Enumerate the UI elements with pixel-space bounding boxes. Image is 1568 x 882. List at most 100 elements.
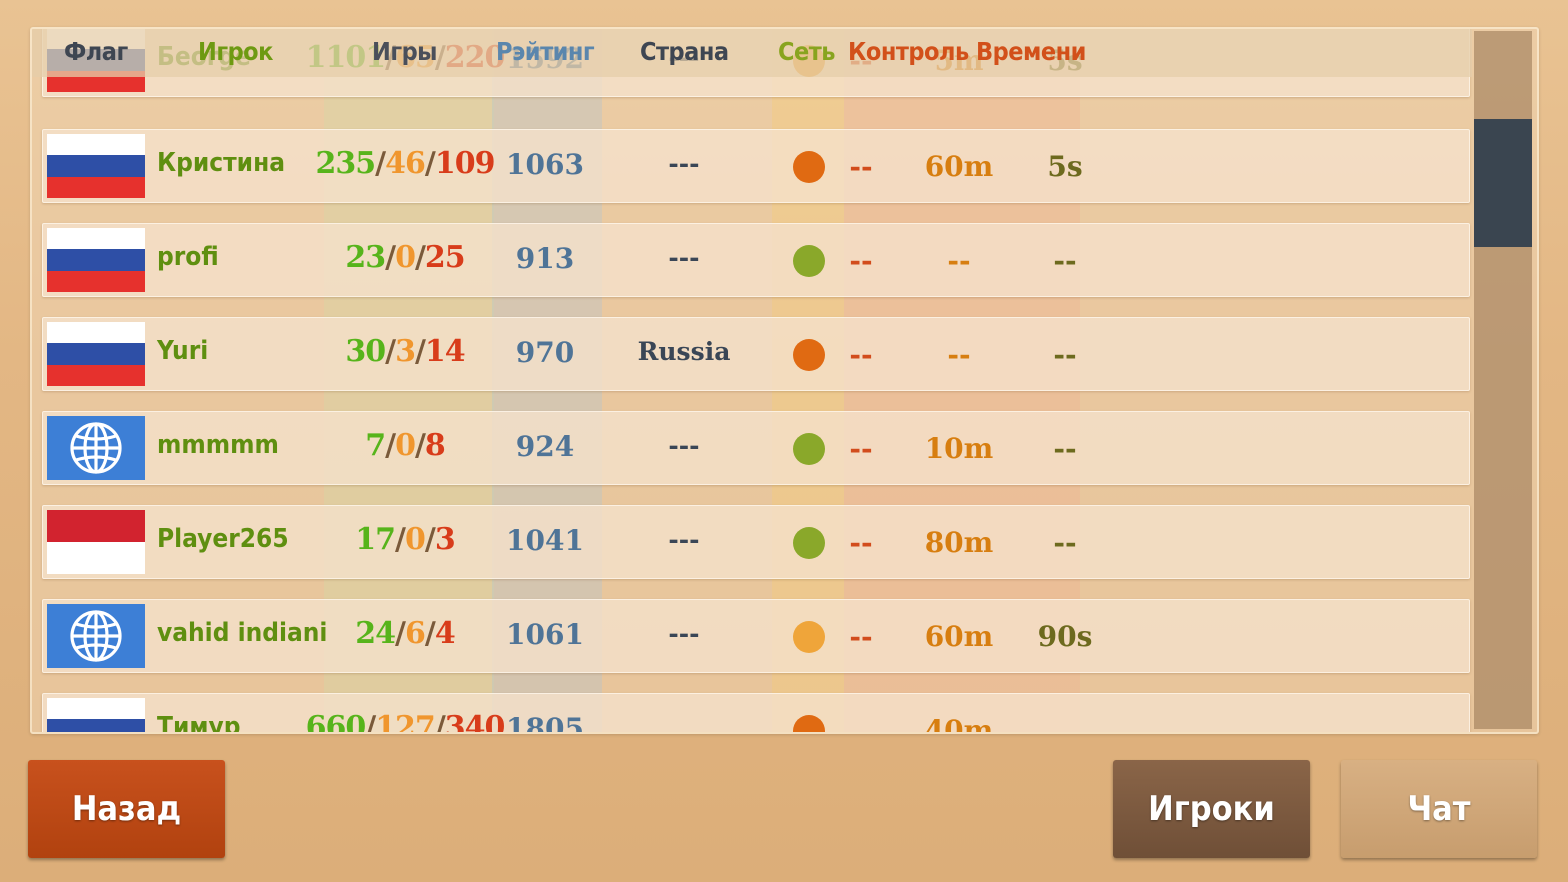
games-draws: 6	[405, 616, 426, 651]
time-control-increment: --	[1053, 244, 1077, 277]
games-losses: 8	[424, 428, 446, 463]
network-status-dot	[793, 339, 825, 371]
games-wins: 235	[315, 146, 377, 181]
network-status-dot	[793, 151, 825, 183]
time-control-base: --	[849, 244, 873, 277]
games-losses: 25	[424, 240, 466, 275]
games-separator: /	[414, 334, 426, 369]
chat-button[interactable]: Чат	[1341, 760, 1537, 858]
players-button[interactable]: Игроки	[1113, 760, 1310, 858]
games-separator: /	[434, 710, 446, 734]
player-name: Player265	[157, 524, 289, 554]
globe-icon	[47, 416, 145, 480]
time-control-base: --	[849, 620, 873, 653]
header-flag[interactable]: Флаг	[64, 37, 128, 66]
player-row[interactable]: vahid indiani 24/6/4 1061 --- -- 60m 90s	[42, 599, 1470, 673]
russia-flag-icon	[47, 228, 145, 292]
games-separator: /	[414, 428, 426, 463]
time-control-base: --	[849, 526, 873, 559]
russia-flag-icon	[47, 134, 145, 198]
player-rating: 1805	[506, 712, 584, 734]
player-country: ---	[668, 243, 700, 272]
player-country: ---	[668, 619, 700, 648]
table-header: Флаг Игрок Игры Рэйтинг Страна Сеть Конт…	[32, 29, 1472, 77]
globe-icon	[47, 604, 145, 668]
time-control-minutes: --	[947, 244, 971, 277]
games-wins: 24	[355, 616, 396, 651]
games-separator: /	[365, 710, 376, 734]
time-control-base: --	[849, 338, 873, 371]
player-rating: 913	[515, 242, 575, 275]
network-status-dot	[793, 715, 825, 732]
games-losses: 109	[434, 146, 496, 181]
time-control-minutes: 60m	[924, 150, 994, 183]
header-games[interactable]: Игры	[372, 37, 438, 66]
player-rating: 1041	[506, 524, 584, 557]
time-control-minutes: --	[947, 338, 971, 371]
games-wins: 17	[355, 522, 396, 557]
network-status-dot	[793, 433, 825, 465]
header-country[interactable]: Страна	[640, 37, 729, 66]
time-control-base: --	[849, 150, 873, 183]
games-stats: 30/3/14	[305, 334, 505, 369]
games-separator: /	[385, 428, 396, 463]
games-separator: /	[424, 146, 436, 181]
time-control-minutes: 80m	[924, 526, 994, 559]
games-separator: /	[375, 146, 386, 181]
player-rating: 924	[515, 430, 575, 463]
games-draws: 46	[385, 146, 426, 181]
games-draws: 0	[395, 240, 416, 275]
time-control-minutes: 10m	[924, 432, 994, 465]
time-control-increment: --	[1053, 338, 1077, 371]
players-list: Бeorge1101/65/2201592-----5m5sКристина23…	[42, 29, 1470, 732]
header-time-control[interactable]: Контроль Времени	[848, 37, 1086, 66]
player-name: Кристина	[157, 148, 286, 178]
network-status-dot	[793, 621, 825, 653]
games-draws: 0	[395, 428, 416, 463]
player-row[interactable]: Тимур 660/127/340 1805 40m	[42, 693, 1470, 734]
player-rating: 1061	[506, 618, 584, 651]
indonesia-flag-icon	[47, 510, 145, 574]
player-row[interactable]: profi 23/0/25 913 --- -- -- --	[42, 223, 1470, 297]
player-row[interactable]: Player265 17/0/3 1041 --- -- 80m --	[42, 505, 1470, 579]
games-stats: 660/127/340	[305, 710, 506, 734]
player-name: Тимур	[157, 712, 241, 734]
header-network[interactable]: Сеть	[778, 37, 836, 66]
time-control-increment: 90s	[1037, 620, 1093, 653]
games-stats: 17/0/3	[305, 522, 505, 557]
player-row[interactable]: mmmmm 7/0/8 924 --- -- 10m --	[42, 411, 1470, 485]
player-name: mmmmm	[157, 430, 279, 460]
player-country: ---	[668, 525, 700, 554]
time-control-increment: --	[1053, 526, 1077, 559]
header-player[interactable]: Игрок	[198, 37, 273, 66]
games-separator: /	[395, 522, 406, 557]
games-separator: /	[424, 616, 436, 651]
games-draws: 0	[405, 522, 426, 557]
games-wins: 7	[365, 428, 386, 463]
games-stats: 7/0/8	[305, 428, 505, 463]
network-status-dot	[793, 527, 825, 559]
scrollbar-thumb[interactable]	[1474, 119, 1532, 247]
games-separator: /	[424, 522, 436, 557]
player-row[interactable]: Кристина 235/46/109 1063 --- -- 60m 5s	[42, 129, 1470, 203]
player-row[interactable]: Yuri 30/3/14 970 Russia -- -- --	[42, 317, 1470, 391]
games-separator: /	[385, 334, 396, 369]
header-rating[interactable]: Рэйтинг	[496, 37, 595, 66]
games-wins: 23	[345, 240, 386, 275]
back-button[interactable]: Назад	[28, 760, 225, 858]
players-table-panel: Бeorge1101/65/2201592-----5m5sКристина23…	[30, 27, 1539, 734]
games-wins: 660	[305, 710, 367, 734]
network-status-dot	[793, 245, 825, 277]
time-control-minutes: 60m	[924, 620, 994, 653]
player-country: Russia	[637, 337, 731, 366]
games-draws: 3	[395, 334, 416, 369]
time-control-increment: --	[1053, 432, 1077, 465]
games-losses: 3	[434, 522, 456, 557]
games-wins: 30	[345, 334, 386, 369]
games-separator: /	[385, 240, 396, 275]
games-draws: 127	[375, 710, 436, 734]
games-stats: 23/0/25	[305, 240, 505, 275]
games-separator: /	[395, 616, 406, 651]
russia-flag-icon	[47, 698, 145, 732]
player-name: profi	[157, 242, 219, 272]
